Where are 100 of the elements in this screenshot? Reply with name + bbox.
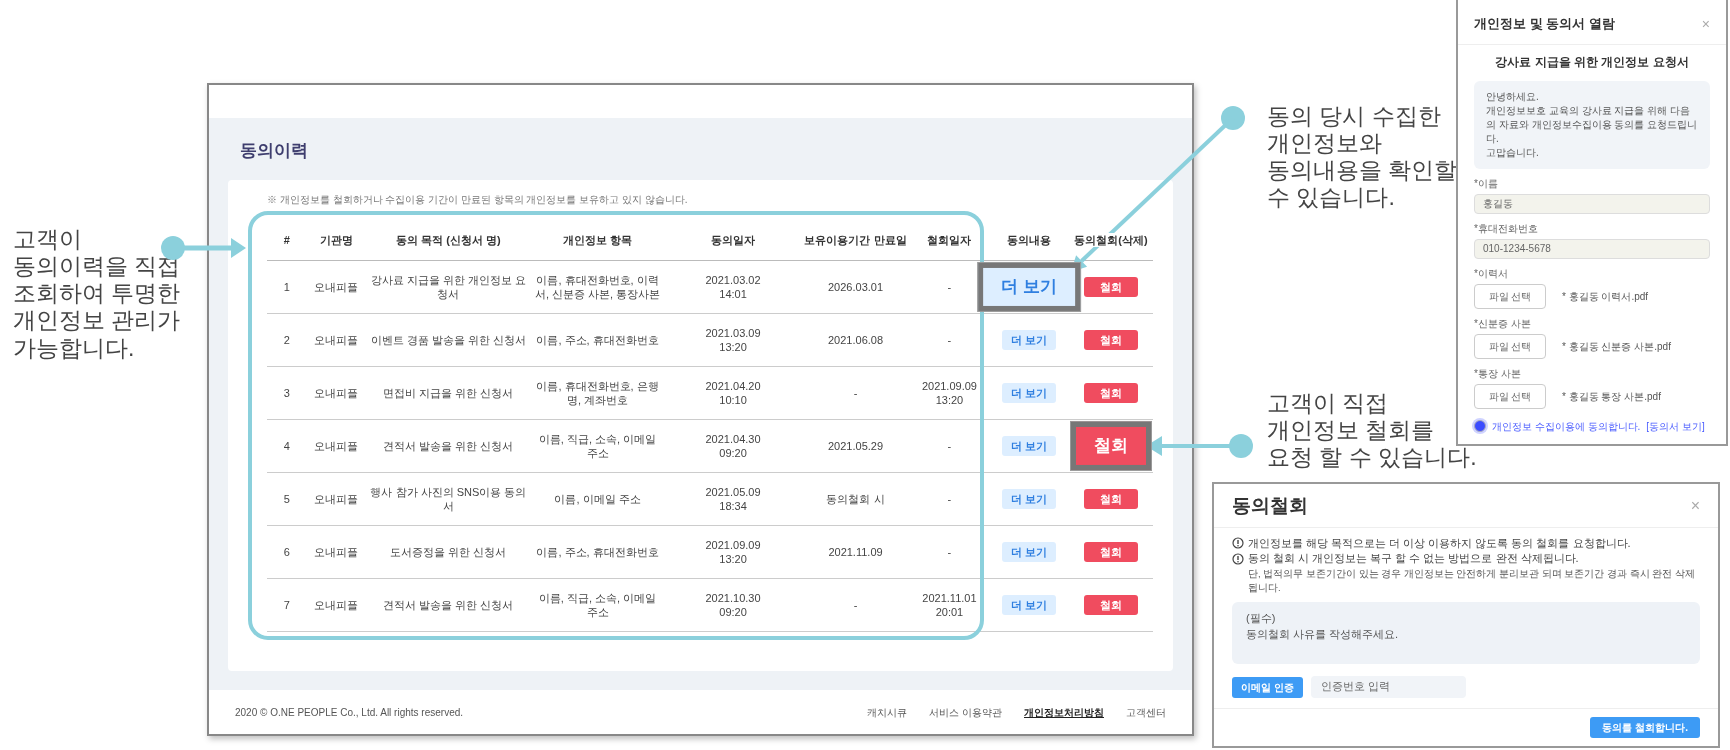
withdraw-button[interactable]: 철회 [1084,329,1138,351]
close-button[interactable]: × [1690,498,1700,515]
warning-icon [1232,553,1244,566]
file-name: * 홍길동 이력서.pdf [1562,289,1649,304]
withdraw-button[interactable]: 철회 [1084,276,1138,298]
table-cell: 오내피플 [306,525,367,579]
table-cell: 2026.03.01 [801,260,910,314]
verify-button[interactable]: 이메일 인증 [1232,676,1303,698]
code-field[interactable]: 인증번호 입력 [1310,676,1466,699]
table-cell: 견적서 발송을 위한 신청서 [366,419,531,473]
more-button[interactable]: 더 보기 [1002,435,1057,457]
table-cell: 7 [267,578,307,632]
field-label: *이름 [1474,176,1499,191]
table-cell: 견적서 발송을 위한 신청서 [366,578,531,632]
more-button[interactable]: 더 보기 [1002,382,1057,404]
page-title: 동의이력 [240,140,309,162]
table-cell: 이름, 주소, 휴대전화번호 [530,525,665,579]
table-cell: 4 [267,419,307,473]
withdraw-button[interactable]: 철회 [1084,594,1138,616]
more-button[interactable]: 더 보기 [1002,594,1057,616]
column-header: 동의일자 [664,220,802,261]
table-cell: 이름, 휴대전화번호, 이력서, 신분증 사본, 통장사본 [530,260,665,314]
table-cell: 강사료 지급을 위한 개인정보 요청서 [366,260,531,314]
field-label: *신분증 사본 [1474,316,1532,331]
callout-text: 동의 당시 수집한 개인정보와 동의내용을 확인할 수 있습니다. [1267,103,1458,212]
table-cell: 이름, 직급, 소속, 이메일 주소 [530,419,665,473]
callout-text: 고객이 직접 개인정보 철회를 요청 할 수 있습니다. [1267,390,1477,472]
table-cell: 2021.11.01 20:01 [909,578,990,632]
table-cell: 이름, 이메일 주소 [530,472,665,526]
footer-link[interactable]: 캐치시큐 [867,706,908,718]
file-button[interactable]: 파일 선택 [1474,283,1546,309]
table-cell: 동의철회 시 [801,472,910,526]
table-cell: 2 [267,313,307,367]
table-cell: 2021.06.08 [801,313,910,367]
file-button[interactable]: 파일 선택 [1474,383,1546,409]
table-cell: 3 [267,366,307,420]
table-cell: - [909,313,990,367]
table-cell: 2021.09.09 13:20 [909,366,990,420]
file-name: * 홍길동 신분증 사본.pdf [1562,339,1671,354]
column-header: 동의 목적 (신청서 명) [366,220,531,261]
footer-link[interactable]: 고객센터 [1126,706,1166,718]
callout-text: 고객이 동의이력을 직접 조회하여 투명한 개인정보 관리가 가능합니다. [13,226,181,362]
table-cell: - [909,472,990,526]
table-cell: 2021.05.09 18:34 [664,472,802,526]
table-cell: 2021.11.09 [801,525,910,579]
withdraw-button[interactable]: 철회 [1084,382,1138,404]
table-cell: 1 [267,260,307,314]
column-header: 개인정보 항목 [530,220,665,261]
file-name: * 홍길동 통장 사본.pdf [1562,389,1661,404]
column-header: 보유이용기간 만료일 [801,220,910,261]
table-cell: 이름, 직급, 소속, 이메일 주소 [530,578,665,632]
table-cell: - [801,578,910,632]
table-cell: 5 [267,472,307,526]
form-title: 강사료 지급을 위한 개인정보 요청서 [1494,53,1690,71]
notice-text: 개인정보를 해당 목적으로는 더 이상 이용하지 않도록 동의 철회를 요청합니다. [1248,535,1631,551]
input-field[interactable]: 홍길동 [1474,193,1710,214]
table-cell: 2021.04.30 09:20 [664,419,802,473]
table-cell: 이름, 주소, 휴대전화번호 [530,313,665,367]
table-cell: 2021.03.09 13:20 [664,313,802,367]
table-cell: 오내피플 [306,472,367,526]
more-button[interactable]: 더 보기 [1002,541,1057,563]
table-cell: 오내피플 [306,419,367,473]
notice-text: ※ 개인정보를 철회하거나 수집이용 기간이 만료된 항목의 개인정보를 보유하고 있지 않습니다. [267,192,689,207]
withdraw-button[interactable]: 철회 [1071,421,1151,471]
consent-checkbox[interactable] [1474,420,1486,432]
table-cell: 6 [267,525,307,579]
more-button[interactable]: 더 보기 [1002,488,1057,510]
footer-link[interactable]: 서비스 이용약관 [929,706,1002,718]
table-cell: 면접비 지급을 위한 신청서 [366,366,531,420]
withdraw-button[interactable]: 철회 [1084,488,1138,510]
table-cell: 오내피플 [306,578,367,632]
table-cell: - [909,525,990,579]
column-header: 철회일자 [909,220,990,261]
column-header: 동의철회(삭제) [1069,220,1153,261]
copyright-text: 2020 © O.NE PEOPLE Co., Ltd. All rights reserved. [235,705,464,720]
input-field[interactable]: 010-1234-5678 [1474,238,1710,259]
table-cell: 행사 참가 사진의 SNS이용 동의서 [366,472,531,526]
more-button[interactable]: 더 보기 [978,262,1080,312]
table-cell: 이벤트 경품 발송을 위한 신청서 [366,313,531,367]
table-cell: 오내피플 [306,313,367,367]
table-cell: 오내피플 [306,366,367,420]
consent-text: 개인정보 수집이용에 동의합니다. [1492,419,1641,434]
table-cell: 오내피플 [306,260,367,314]
dialog-title: 개인정보 및 동의서 열람 [1474,15,1615,33]
submit-button[interactable]: 동의를 철회합니다. [1590,717,1700,739]
column-header: 동의내용 [989,220,1070,261]
note-text: 단, 법적의무 보존기간이 있는 경우 개인정보는 안전하게 분리보관 되며 보존기간 경과 즉시 완전 삭제됩니다. [1247,567,1696,594]
table-cell: 이름, 휴대전화번호, 은행명, 계좌번호 [530,366,665,420]
more-button[interactable]: 더 보기 [1002,329,1057,351]
consent-link[interactable]: [동의서 보기] [1646,418,1705,434]
reason-field[interactable]: (필수) 동의철회 사유를 작성해주세요. [1232,601,1700,664]
message-box: 안녕하세요. 개인정보보호 교육의 강사료 지급을 위해 다음의 자료와 개인정보수집이용 동의를 요청드립니다. 고맙습니다. [1474,80,1710,169]
table-cell: 2021.03.02 14:01 [664,260,802,314]
table-cell: 2021.10.30 09:20 [664,578,802,632]
close-button[interactable]: × [1701,16,1710,31]
file-button[interactable]: 파일 선택 [1474,333,1546,359]
table-cell: - [909,419,990,473]
withdraw-button[interactable]: 철회 [1084,541,1138,563]
field-label: *통장 사본 [1474,366,1522,381]
footer-link[interactable]: 개인정보처리방침 [1024,706,1104,718]
